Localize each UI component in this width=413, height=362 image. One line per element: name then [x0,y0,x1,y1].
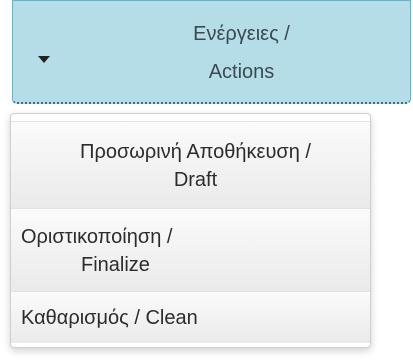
menu-item-draft-label-greek: Προσωρινή Αποθήκευση / [80,141,311,163]
page: Ενέργειες / Actions Προσωρινή Αποθήκευση… [0,0,413,362]
menu-item-finalize-label-greek: Οριστικοποίηση / [21,226,173,248]
menu-item-draft[interactable]: Προσωρινή Αποθήκευση / Draft [11,121,370,208]
actions-dropdown-label: Ενέργειες / Actions [73,15,410,91]
menu-item-clean[interactable]: Καθαρισμός / Clean [11,291,370,343]
caret-down-icon [38,56,50,63]
menu-item-draft-label-english: Draft [173,169,218,191]
actions-label-greek: Ενέργειες / [193,23,290,45]
actions-dropdown-menu: Προσωρινή Αποθήκευση / Draft Οριστικοποί… [10,113,371,348]
menu-item-clean-label: Καθαρισμός / Clean [21,307,198,329]
menu-item-finalize[interactable]: Οριστικοποίηση / Finalize [11,208,370,291]
actions-label-english: Actions [208,61,275,83]
menu-item-finalize-label-english: Finalize [81,254,150,276]
actions-dropdown-toggle[interactable]: Ενέργειες / Actions [12,0,411,104]
